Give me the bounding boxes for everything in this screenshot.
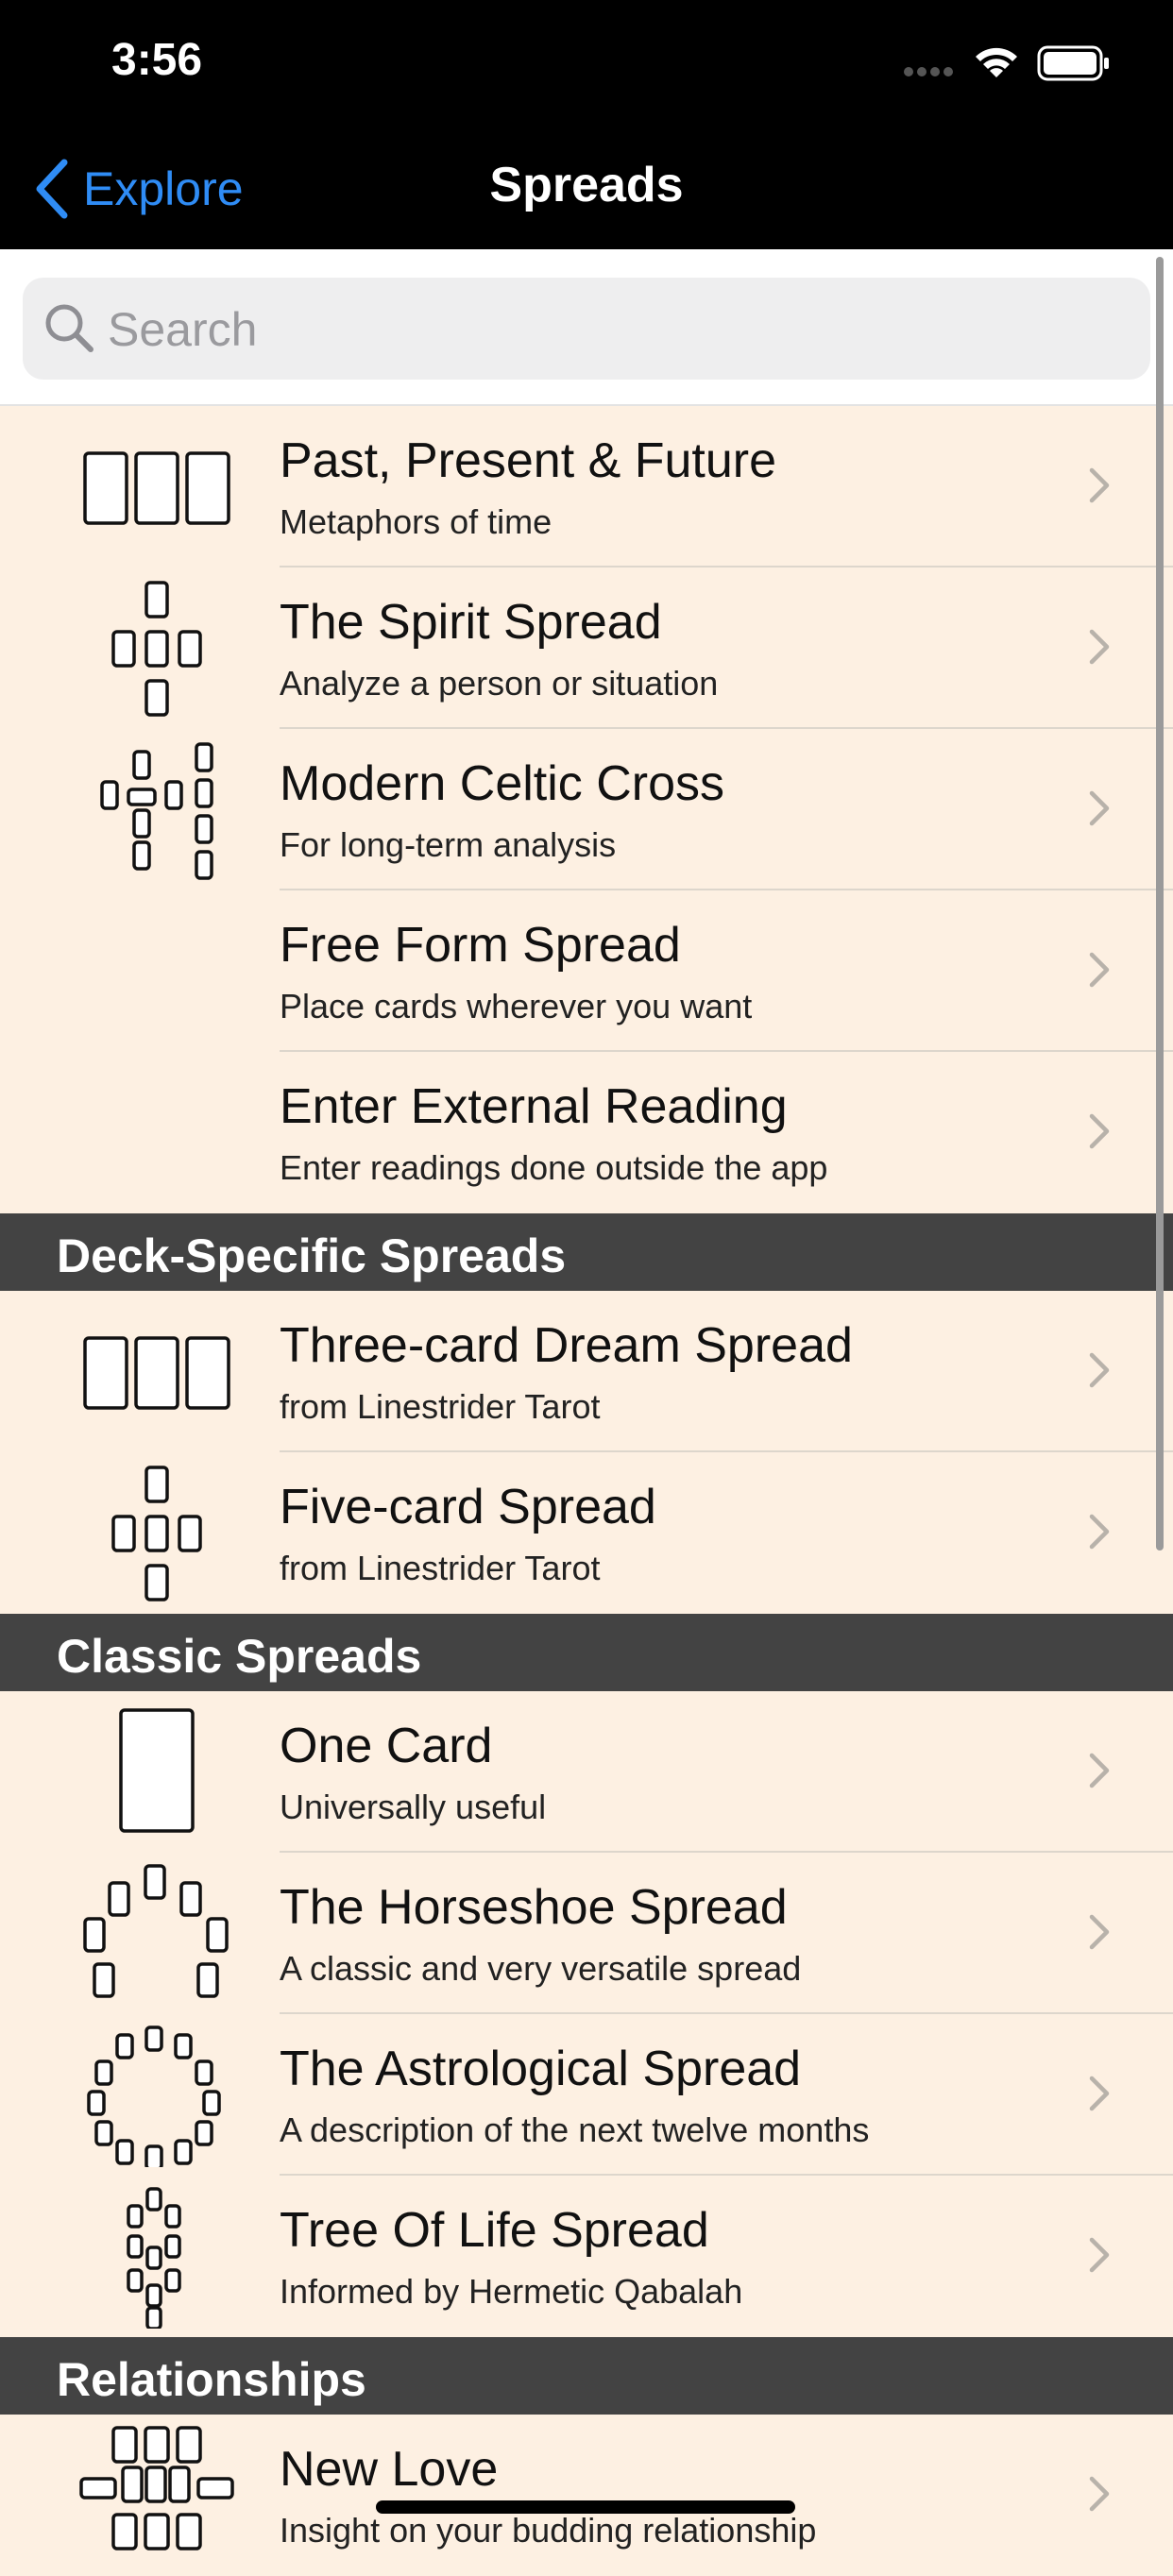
spread-title: New Love — [280, 2442, 499, 2497]
spread-row[interactable]: Three-card Dream Spread from Linestrider … — [0, 1291, 1173, 1452]
spread-title: One Card — [280, 1719, 493, 1773]
wifi-icon — [976, 47, 1017, 77]
tree-of-life-icon — [127, 2187, 181, 2329]
home-indicator[interactable] — [376, 2500, 795, 2514]
search-input[interactable] — [106, 291, 1130, 368]
chevron-right-icon — [1089, 2476, 1110, 2512]
one-card-icon — [119, 1708, 195, 1833]
spread-subtitle: Analyze a person or situation — [280, 664, 719, 703]
spread-subtitle: A classic and very versatile spread — [280, 1949, 802, 1988]
spread-row[interactable]: The Spirit Spread Analyze a person or sit… — [0, 568, 1173, 729]
celtic-cross-icon — [100, 742, 213, 880]
spread-row[interactable]: Past, Present & Future Metaphors of time — [0, 406, 1173, 568]
cellular-signal-icon — [904, 67, 953, 76]
navigation-bar: Explore Spreads — [0, 128, 1173, 249]
three-card-icon — [83, 1336, 230, 1410]
scrollbar[interactable] — [1156, 257, 1164, 1551]
search-icon — [45, 304, 94, 352]
chevron-right-icon — [1089, 1113, 1110, 1149]
page-title: Spreads — [489, 158, 684, 212]
spread-row[interactable]: Enter External Reading Enter readings don… — [0, 1052, 1173, 1213]
spread-row[interactable]: Free Form Spread Place cards wherever you… — [0, 890, 1173, 1052]
spread-title: Past, Present & Future — [280, 433, 777, 488]
spread-title: Free Form Spread — [280, 918, 681, 973]
spread-subtitle: from Linestrider Tarot — [280, 1549, 601, 1587]
cross-five-icon — [111, 581, 202, 717]
spread-title: Five-card Spread — [280, 1480, 656, 1534]
chevron-right-icon — [1089, 1514, 1110, 1550]
spread-subtitle: A description of the next twelve months — [280, 2110, 870, 2149]
chevron-right-icon — [1089, 467, 1110, 503]
search-box[interactable] — [23, 278, 1150, 380]
section-header: Relationships — [0, 2337, 1173, 2415]
status-time: 3:56 — [111, 35, 203, 85]
spread-row[interactable]: Five-card Spread from Linestrider Tarot — [0, 1452, 1173, 1614]
new-love-icon — [79, 2426, 234, 2551]
chevron-right-icon — [1089, 952, 1110, 988]
spread-title: The Astrological Spread — [280, 2042, 802, 2096]
section-header-label: Classic Spreads — [57, 1630, 422, 1683]
spread-title: Modern Celtic Cross — [280, 756, 725, 811]
status-bar: 3:56 — [0, 0, 1173, 128]
spread-subtitle: Informed by Hermetic Qabalah — [280, 2272, 743, 2311]
spread-title: Tree Of Life Spread — [280, 2203, 709, 2258]
spread-row[interactable]: Modern Celtic Cross For long-term analysi… — [0, 729, 1173, 890]
spread-subtitle: Enter readings done outside the app — [280, 1148, 828, 1187]
astrological-icon — [87, 2025, 221, 2167]
three-card-icon — [83, 451, 230, 525]
section-header: Deck-Specific Spreads — [0, 1213, 1173, 1291]
spread-subtitle: Universally useful — [280, 1788, 547, 1826]
chevron-right-icon — [1089, 629, 1110, 665]
spread-subtitle: Metaphors of time — [280, 502, 552, 541]
spread-title: The Spirit Spread — [280, 595, 662, 650]
chevron-right-icon — [1089, 2076, 1110, 2111]
spread-subtitle: from Linestrider Tarot — [280, 1387, 601, 1426]
spread-subtitle: Place cards wherever you want — [280, 987, 753, 1025]
section-header-label: Deck-Specific Spreads — [57, 1229, 567, 1282]
spread-row[interactable]: The Astrological Spread A description of … — [0, 2014, 1173, 2176]
spread-row[interactable]: The Horseshoe Spread A classic and very v… — [0, 1853, 1173, 2014]
spread-row[interactable]: Tree Of Life Spread Informed by Hermetic … — [0, 2176, 1173, 2337]
spread-title: Enter External Reading — [280, 1079, 788, 1134]
section-header: Classic Spreads — [0, 1614, 1173, 1691]
cross-five-icon — [111, 1466, 202, 1602]
spread-title: Three-card Dream Spread — [280, 1318, 853, 1373]
spread-title: The Horseshoe Spread — [280, 1880, 788, 1935]
section-header-label: Relationships — [57, 2353, 366, 2406]
spread-row[interactable]: One Card Universally useful — [0, 1691, 1173, 1853]
spread-row[interactable]: New Love Insight on your budding relation… — [0, 2415, 1173, 2576]
search-area — [0, 249, 1173, 406]
spread-subtitle: For long-term analysis — [280, 825, 617, 864]
chevron-right-icon — [1089, 1753, 1110, 1788]
spread-subtitle: Insight on your budding relationship — [280, 2511, 817, 2550]
chevron-right-icon — [1089, 1352, 1110, 1388]
chevron-right-icon — [1089, 1914, 1110, 1950]
horseshoe-icon — [83, 1864, 229, 1998]
chevron-right-icon — [1089, 2237, 1110, 2273]
spread-list: Past, Present & Future Metaphors of time T… — [0, 406, 1173, 2576]
chevron-right-icon — [1089, 790, 1110, 826]
battery-icon — [1037, 45, 1109, 81]
